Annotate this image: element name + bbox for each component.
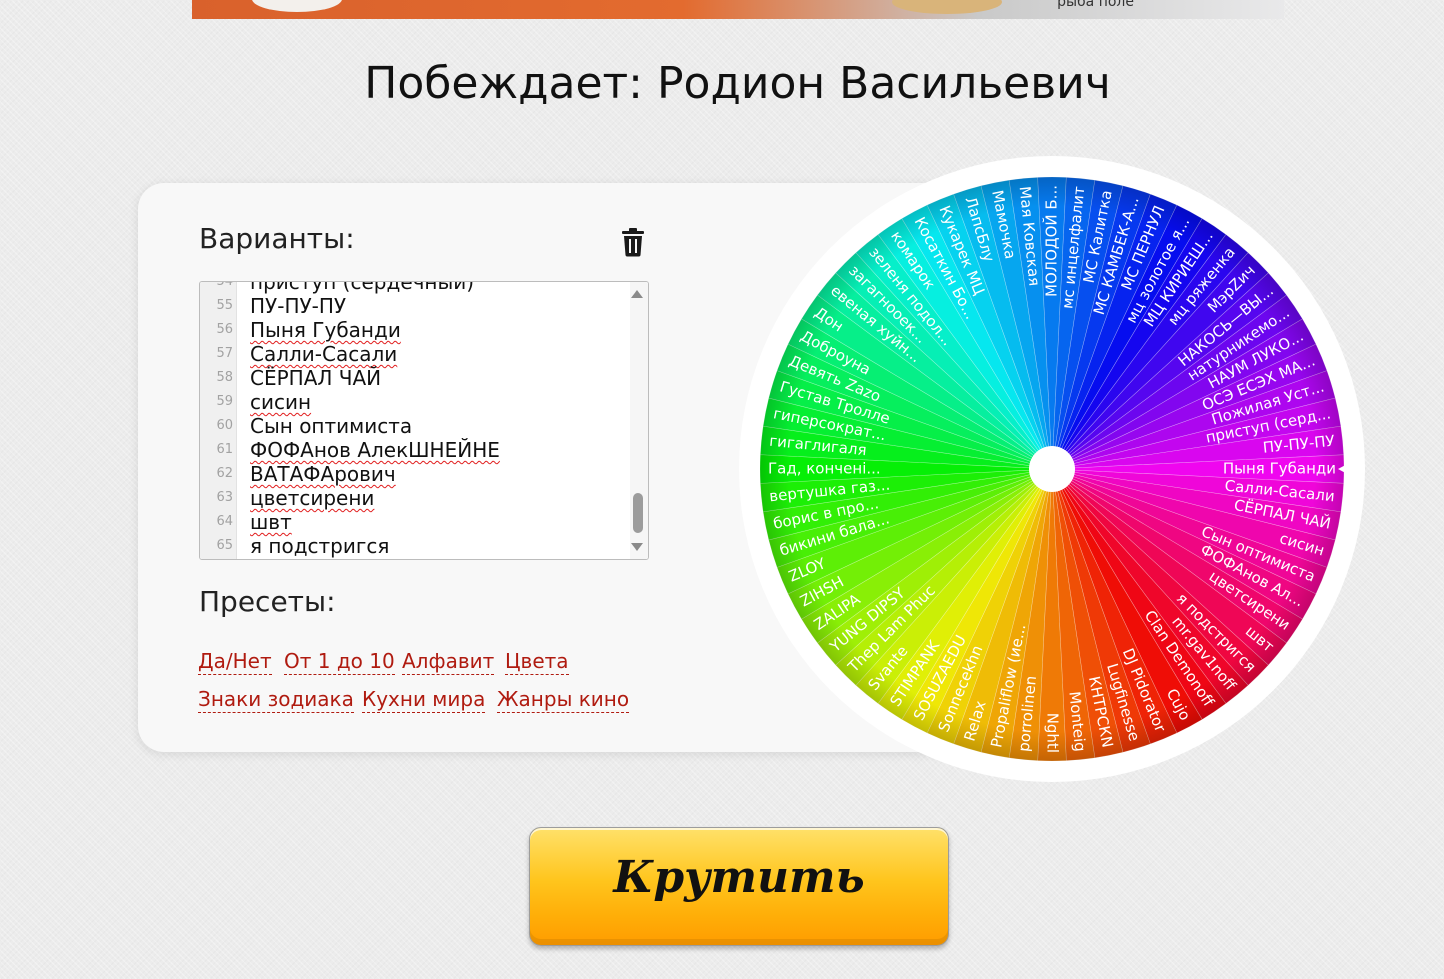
banner-graphic (892, 0, 1002, 14)
trash-icon[interactable] (620, 227, 646, 257)
banner-text: рыба поле (1057, 0, 1134, 10)
scroll-thumb[interactable] (633, 493, 643, 533)
line-number: 63 (216, 490, 233, 505)
scroll-down-icon[interactable] (631, 543, 643, 551)
banner-graphic (252, 0, 342, 12)
editor-line[interactable]: 55 ПУ-ПУ-ПУ (200, 294, 630, 318)
line-text[interactable]: сисин (250, 390, 311, 414)
preset-link[interactable]: Да/Нет (198, 648, 272, 675)
line-text[interactable]: цветсирени (250, 486, 374, 510)
line-number: 56 (216, 322, 233, 337)
editor-line[interactable]: 60 Сын оптимиста (200, 414, 630, 438)
line-text[interactable]: ВАТАФАрович (250, 462, 396, 486)
preset-link[interactable]: Жанры кино (497, 686, 630, 713)
line-number: 58 (216, 370, 233, 385)
line-number: 57 (216, 346, 233, 361)
line-text[interactable]: швт (250, 510, 292, 534)
preset-link[interactable]: Кухни мира (362, 686, 486, 713)
line-number: 65 (216, 538, 233, 553)
wheel-label: Гад, конченi... (768, 460, 881, 478)
wheel-label: Пыня Губанди (1223, 460, 1336, 478)
scroll-up-icon[interactable] (631, 290, 643, 298)
line-number: 59 (216, 394, 233, 409)
editor-line[interactable]: 61 ФОФАнов АлекШНЕЙНЕ (200, 438, 630, 462)
variants-label: Варианты: (199, 222, 355, 255)
preset-link[interactable]: Цвета (505, 648, 569, 675)
editor-line[interactable]: 65 я подстригся (200, 534, 630, 558)
line-number: 60 (216, 418, 233, 433)
editor-line[interactable]: 59 сисин (200, 390, 630, 414)
line-text[interactable]: Сын оптимиста (250, 414, 412, 438)
wheel-hub (1029, 446, 1075, 492)
editor-line[interactable]: 57 Салли-Сасали (200, 342, 630, 366)
preset-link[interactable]: Знаки зодиака (198, 686, 354, 713)
editor-line[interactable]: 56 Пыня Губанди (200, 318, 630, 342)
spin-button-label: Крутить (613, 852, 865, 903)
line-text[interactable]: Салли-Сасали (250, 342, 397, 366)
line-text[interactable]: я подстригся (250, 534, 389, 558)
spin-button[interactable]: Крутить (529, 827, 949, 946)
wheel[interactable]: Пыня Губанди Салли-Сасали СЁРПАЛ ЧАЙ сисин С… (737, 154, 1367, 784)
wheel-label: Nghtl (1044, 713, 1062, 753)
line-number: 54 (216, 281, 233, 289)
editor-scrollbar[interactable] (630, 282, 648, 559)
top-banner-ad[interactable]: рыба поле (192, 0, 1284, 19)
line-number: 61 (216, 442, 233, 457)
line-number: 55 (216, 298, 233, 313)
line-text[interactable]: приступ (сердечный) (250, 282, 474, 294)
winner-title: Побеждает: Родион Васильевич (364, 58, 1111, 109)
variants-editor[interactable]: 54 приступ (сердечный) 55 ПУ-ПУ-ПУ 56 Пыня Гу… (199, 281, 649, 560)
line-text[interactable]: СЁРПАЛ ЧАЙ (250, 366, 381, 390)
editor-line[interactable]: 58 СЁРПАЛ ЧАЙ (200, 366, 630, 390)
editor-line[interactable]: 62 ВАТАФАрович (200, 462, 630, 486)
editor-line[interactable]: 54 приступ (сердечный) (200, 281, 630, 294)
preset-link[interactable]: От 1 до 10 (284, 648, 395, 675)
line-number: 62 (216, 466, 233, 481)
line-text[interactable]: Пыня Губанди (250, 318, 401, 342)
wheel-label: МОЛОДОЙ Б... (1042, 185, 1061, 297)
preset-link[interactable]: Алфавит (402, 648, 495, 675)
editor-line[interactable]: 64 швт (200, 510, 630, 534)
line-number: 64 (216, 514, 233, 529)
presets-label: Пресеты: (199, 585, 336, 618)
editor-line[interactable]: 63 цветсирени (200, 486, 630, 510)
line-text[interactable]: ПУ-ПУ-ПУ (250, 294, 346, 318)
line-text[interactable]: ФОФАнов АлекШНЕЙНЕ (250, 438, 500, 462)
